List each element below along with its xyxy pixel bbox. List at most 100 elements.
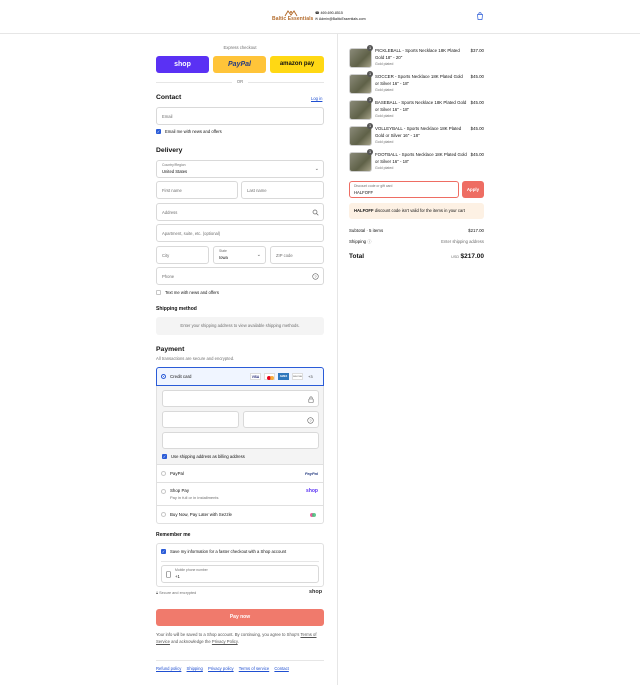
total-row-value: USD $217.00 (451, 253, 484, 260)
email-placeholder: Email (162, 114, 173, 119)
apartment-field[interactable]: Apartment, suite, etc. (optional) (156, 224, 324, 242)
secure-line: 🔒︎ Secure and encrypted (156, 591, 196, 595)
lock-icon (308, 396, 314, 403)
quantity-badge: 1 (367, 71, 373, 77)
paypal-radio[interactable] (161, 471, 166, 476)
mastercard-icon (264, 373, 275, 380)
email-news-checkbox[interactable]: ✓ (156, 129, 161, 134)
visa-icon: VISA (250, 373, 261, 380)
amazon-pay-express-button[interactable]: amazon pay (270, 56, 324, 73)
shipping-link[interactable]: Shipping (187, 666, 203, 671)
checkout-header: Baltic Essentials ☎ 469-690-8515 ✉ Admin… (0, 0, 640, 34)
contact-title: Contact (156, 94, 182, 101)
shop-pay-option[interactable]: Shop Pay Pay in full or in installments … (156, 483, 324, 506)
save-info-checkbox[interactable]: ✓ (161, 549, 166, 554)
name-on-card-field[interactable] (162, 432, 319, 449)
text-news-label: Text me with news and offers (165, 290, 219, 295)
text-news-checkbox[interactable] (156, 290, 161, 295)
help-icon[interactable]: ⓘ (367, 239, 371, 244)
shop-pay-label: shop (174, 61, 191, 68)
city-placeholder: City (162, 253, 170, 258)
credit-card-radio[interactable] (161, 374, 166, 379)
zip-field[interactable]: ZIP code (270, 246, 324, 264)
city-field[interactable]: City (156, 246, 209, 264)
remember-me-box: ✓ Save my information for a faster check… (156, 543, 324, 587)
discount-value: HALFOFF (354, 190, 374, 195)
store-name: Baltic Essentials (272, 16, 314, 22)
pay-now-button[interactable]: Pay now (156, 609, 324, 626)
store-logo[interactable]: Baltic Essentials (272, 10, 314, 24)
product-thumbnail (349, 152, 372, 172)
mobile-icon (166, 571, 171, 578)
security-code-field[interactable]: ? (243, 411, 319, 428)
chevron-down-icon: ⌄ (256, 252, 261, 258)
help-icon[interactable]: ? (307, 417, 314, 424)
shipping-row-label: Shipping ⓘ (349, 239, 371, 245)
bag-icon[interactable] (476, 12, 484, 20)
product-thumbnail (349, 48, 372, 68)
shipping-label: Shipping (349, 239, 367, 244)
address-field[interactable]: Address (156, 203, 324, 221)
currency-code: USD (451, 255, 460, 259)
help-icon[interactable]: ? (312, 273, 319, 280)
privacy-policy-link[interactable]: Privacy Policy (212, 639, 238, 644)
quantity-badge: 1 (367, 97, 373, 103)
privacy-policy-footer-link[interactable]: Privacy policy (208, 666, 234, 671)
shop-pay-label: Shop Pay (170, 488, 190, 493)
card-number-field[interactable] (162, 390, 319, 407)
credit-card-option[interactable]: Credit card VISA AMEX DISCOVER +3 (156, 367, 324, 386)
quantity-badge: 1 (367, 45, 373, 51)
email-field[interactable]: Email (156, 107, 324, 125)
phone-field[interactable]: Phone ? (156, 267, 324, 285)
item-price: $45.00 (470, 74, 484, 79)
contact-link[interactable]: Contact (274, 666, 288, 671)
discount-code-field[interactable]: Discount code or gift card HALFOFF (349, 181, 459, 198)
mobile-value: +1 (175, 574, 180, 579)
search-icon (312, 209, 319, 216)
sezzle-option[interactable]: Buy Now, Pay Later with Sezzle (156, 506, 324, 524)
terms-of-service-footer-link[interactable]: Terms of service (239, 666, 269, 671)
zip-placeholder: ZIP code (276, 253, 293, 258)
express-checkout-label: Express checkout (223, 45, 257, 50)
email-news-label: Email me with news and offers (165, 129, 222, 134)
footer-links: Refund policy Shipping Privacy policy Te… (156, 666, 289, 671)
billing-same-checkbox[interactable]: ✓ (162, 454, 167, 459)
paypal-option[interactable]: PayPal PayPal (156, 464, 324, 483)
country-select[interactable]: Country/Region United States ⌄ (156, 160, 324, 178)
apply-discount-button[interactable]: Apply (462, 181, 484, 198)
shop-logo: shop (309, 589, 323, 595)
mobile-phone-field[interactable]: Mobile phone number +1 (161, 565, 319, 583)
payment-subtitle: All transactions are secure and encrypte… (156, 356, 235, 361)
svg-text:?: ? (314, 274, 317, 279)
expiration-field[interactable] (162, 411, 239, 428)
last-name-field[interactable]: Last name (241, 181, 324, 199)
shop-pay-subtext: Pay in full or in installments (170, 495, 219, 500)
credit-card-label: Credit card (170, 374, 192, 379)
item-price: $45.00 (470, 100, 484, 105)
sezzle-radio[interactable] (161, 512, 166, 517)
country-label: Country/Region (162, 163, 186, 167)
refund-policy-link[interactable]: Refund policy (156, 666, 181, 671)
state-select[interactable]: State Iowa ⌄ (213, 246, 266, 264)
subtotal-value: $217.00 (468, 228, 484, 233)
quantity-badge: 1 (367, 149, 373, 155)
first-name-field[interactable]: First name (156, 181, 238, 199)
item-title: FOOTBALL - Sports Necklace 18K Plated Go… (375, 152, 467, 164)
disclaimer-text-1: Your info will be saved to a Shop accoun… (156, 632, 300, 637)
chevron-down-icon: ⌄ (314, 166, 319, 172)
login-link[interactable]: Log in (311, 96, 322, 101)
disclaimer-end: . (237, 638, 239, 644)
credit-card-form: ? ✓ Use shipping address as billing addr… (156, 386, 324, 464)
disclaimer-text-2: and acknowledge the (171, 638, 211, 644)
sezzle-icon (310, 513, 316, 517)
apply-label: Apply (466, 187, 480, 192)
product-thumbnail (349, 74, 372, 94)
shop-pay-express-button[interactable]: shop (156, 56, 209, 73)
phone-line: ☎ 469-690-8515 (315, 11, 343, 15)
paypal-express-button[interactable]: PayPal (213, 56, 266, 73)
shop-pay-radio[interactable] (161, 489, 166, 494)
first-name-placeholder: First name (162, 188, 182, 193)
last-name-placeholder: Last name (247, 188, 267, 193)
item-variant: Gold plated (375, 166, 394, 170)
product-thumbnail (349, 126, 372, 146)
